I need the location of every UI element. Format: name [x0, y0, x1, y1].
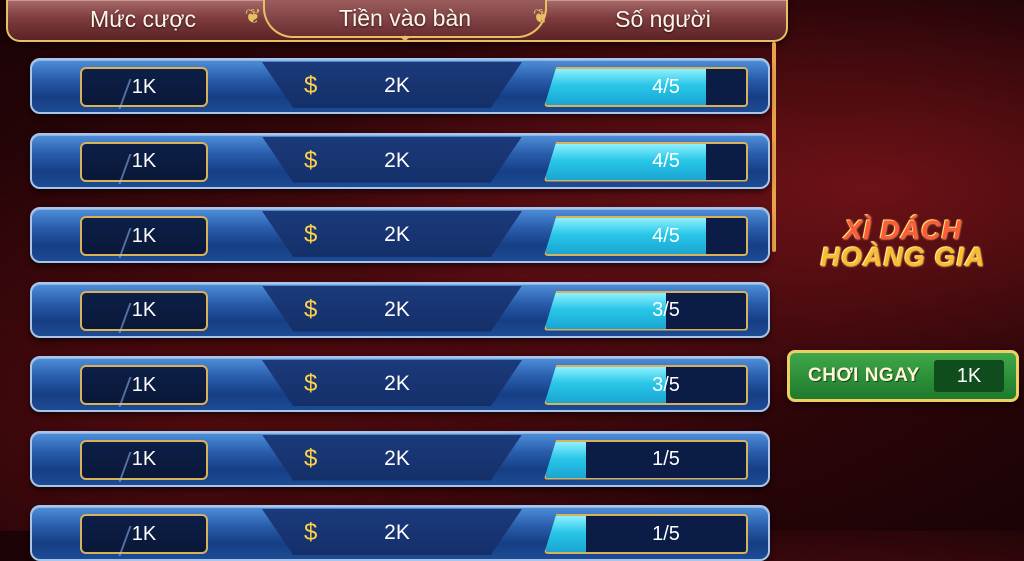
feather-icon	[118, 228, 156, 258]
ornament-icon: ❦	[532, 6, 550, 28]
bet-amount: 1K	[80, 67, 208, 109]
player-count: 1/5	[652, 522, 680, 545]
scrollbar[interactable]	[772, 42, 776, 252]
currency-icon: $	[304, 72, 318, 99]
table-row[interactable]: 1K $ 2K 4/5	[30, 132, 770, 189]
player-count-bar: 4/5	[544, 67, 748, 107]
table-header: Mức cược Tiền vào bàn Số người ❦ ❦ ✦	[6, 0, 788, 46]
ornament-icon: ❦	[244, 6, 262, 28]
entry-amount: 2K	[384, 223, 410, 246]
table-row[interactable]: 1K $ 2K 1/5	[30, 505, 770, 561]
player-count: 3/5	[652, 373, 680, 396]
player-count: 1/5	[652, 448, 680, 470]
feather-icon	[118, 451, 156, 482]
currency-icon: $	[304, 444, 318, 472]
player-count-bar: 4/5	[544, 141, 748, 182]
feather-icon	[118, 377, 156, 407]
ornament-icon: ✦	[399, 32, 411, 46]
player-count-bar: 3/5	[544, 290, 748, 331]
currency-icon: $	[304, 295, 318, 323]
player-count: 4/5	[652, 224, 680, 247]
player-count-bar: 1/5	[544, 439, 748, 480]
bet-amount: 1K	[80, 141, 208, 184]
table-row[interactable]: 1K $ 2K 3/5	[30, 356, 770, 412]
player-count: 4/5	[652, 75, 680, 98]
player-count-bar: 3/5	[544, 365, 748, 405]
bet-amount: 1K	[80, 290, 208, 333]
feather-icon	[118, 302, 156, 333]
entry-amount: 2K	[384, 521, 410, 544]
header-bet-level: Mức cược	[90, 5, 196, 32]
bet-amount: 1K	[80, 514, 208, 556]
entry-amount: 2K	[384, 148, 410, 172]
player-count: 3/5	[652, 299, 680, 321]
currency-icon: $	[304, 370, 318, 397]
currency-icon: $	[304, 519, 318, 546]
bet-amount: 1K	[80, 365, 208, 407]
bet-amount: 1K	[80, 216, 208, 258]
entry-amount: 2K	[384, 446, 410, 470]
currency-icon: $	[304, 146, 318, 174]
feather-icon	[118, 153, 156, 184]
feather-icon	[118, 79, 156, 109]
header-player-count: Số người	[615, 5, 711, 32]
entry-amount: 2K	[384, 74, 410, 97]
player-count-bar: 4/5	[544, 216, 748, 256]
play-now-label: CHƠI NGAY	[808, 365, 920, 386]
table-row[interactable]: 1K $ 2K 1/5	[30, 430, 770, 487]
table-row[interactable]: 1K $ 2K 4/5	[30, 207, 770, 263]
game-logo: XÌ DÁCH HOÀNG GIA	[790, 215, 1016, 295]
currency-icon: $	[304, 221, 318, 248]
entry-amount: 2K	[384, 297, 410, 321]
player-count-bar: 1/5	[544, 514, 748, 554]
bet-amount: 1K	[80, 439, 208, 482]
play-now-button[interactable]: CHƠI NGAY 1K	[787, 350, 1019, 402]
logo-line2: HOÀNG GIA	[820, 242, 986, 272]
play-now-amount: 1K	[934, 360, 1004, 392]
player-count: 4/5	[652, 150, 680, 172]
entry-amount: 2K	[384, 372, 410, 395]
table-row[interactable]: 1K $ 2K 3/5	[30, 281, 770, 338]
table-row[interactable]: 1K $ 2K 4/5	[30, 58, 770, 114]
